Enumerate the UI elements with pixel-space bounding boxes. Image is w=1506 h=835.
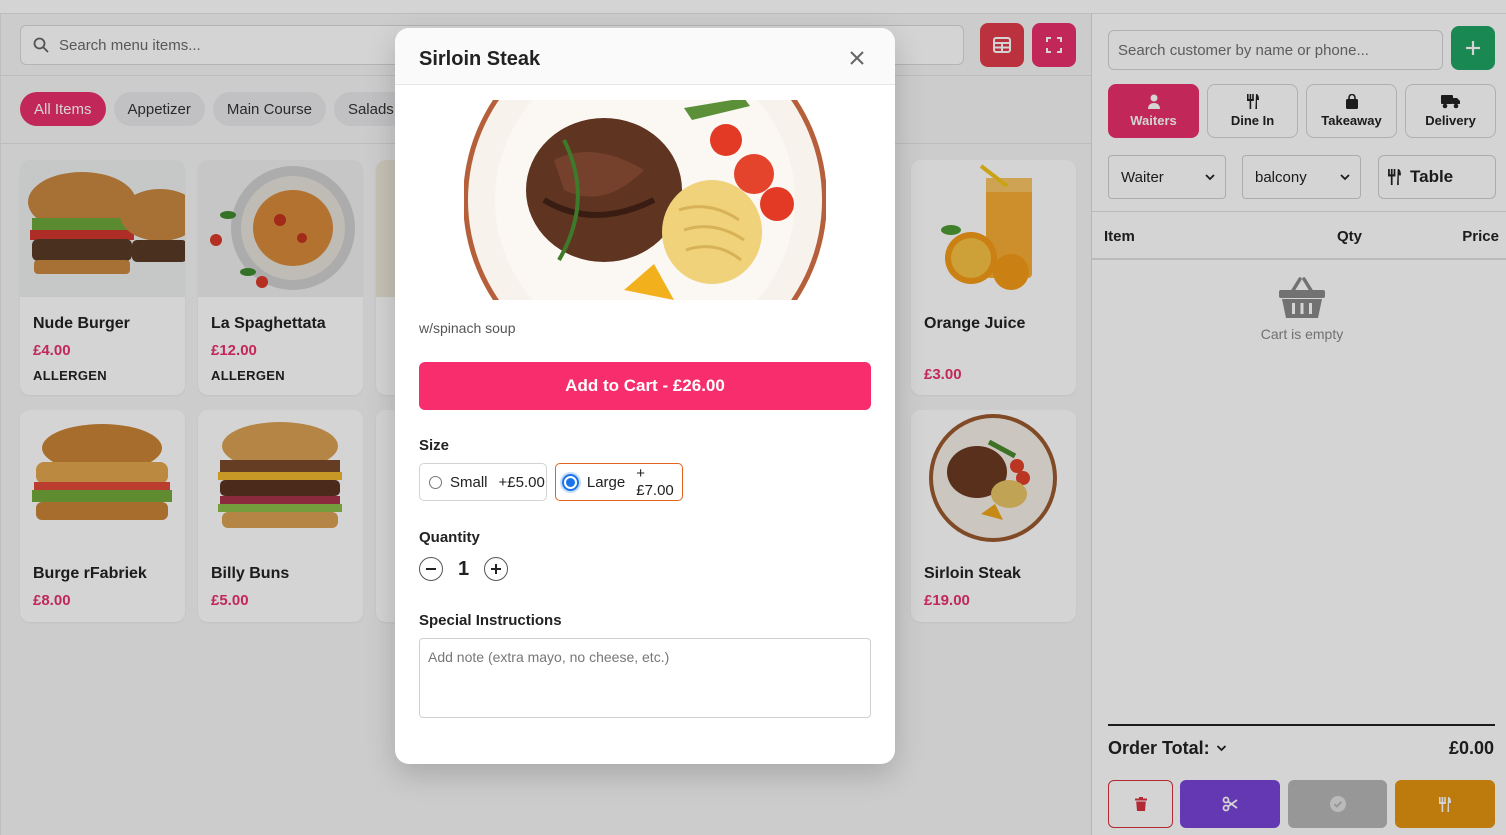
modal-title: Sirloin Steak [419, 48, 541, 70]
item-image [464, 100, 826, 300]
size-price: +£7.00 [636, 465, 674, 499]
minus-icon [426, 568, 436, 570]
special-instructions-label: Special Instructions [419, 612, 562, 629]
plus-icon [491, 564, 501, 574]
size-option-large[interactable]: Large +£7.00 [555, 463, 683, 501]
modal-header: Sirloin Steak [395, 28, 895, 85]
size-name: Small [450, 473, 488, 491]
close-icon [850, 51, 864, 65]
quantity-value: 1 [458, 558, 470, 580]
decrease-quantity-button[interactable] [419, 557, 443, 581]
radio-checked-icon[interactable] [562, 473, 579, 491]
add-to-cart-button[interactable]: Add to Cart - £26.00 [419, 362, 871, 410]
item-options-modal: Sirloin Steak w/spinach soup Add to Cart… [395, 28, 895, 764]
size-label: Size [419, 437, 450, 454]
radio-unchecked-icon[interactable] [429, 475, 442, 489]
special-instructions-input[interactable] [419, 638, 871, 718]
close-button[interactable] [849, 50, 865, 66]
size-name: Large [586, 473, 626, 491]
quantity-label: Quantity [419, 529, 480, 546]
size-price: +£5.00 [498, 473, 545, 491]
size-option-small[interactable]: Small +£5.00 [419, 463, 547, 501]
increase-quantity-button[interactable] [484, 557, 508, 581]
item-description: w/spinach soup [419, 320, 516, 336]
